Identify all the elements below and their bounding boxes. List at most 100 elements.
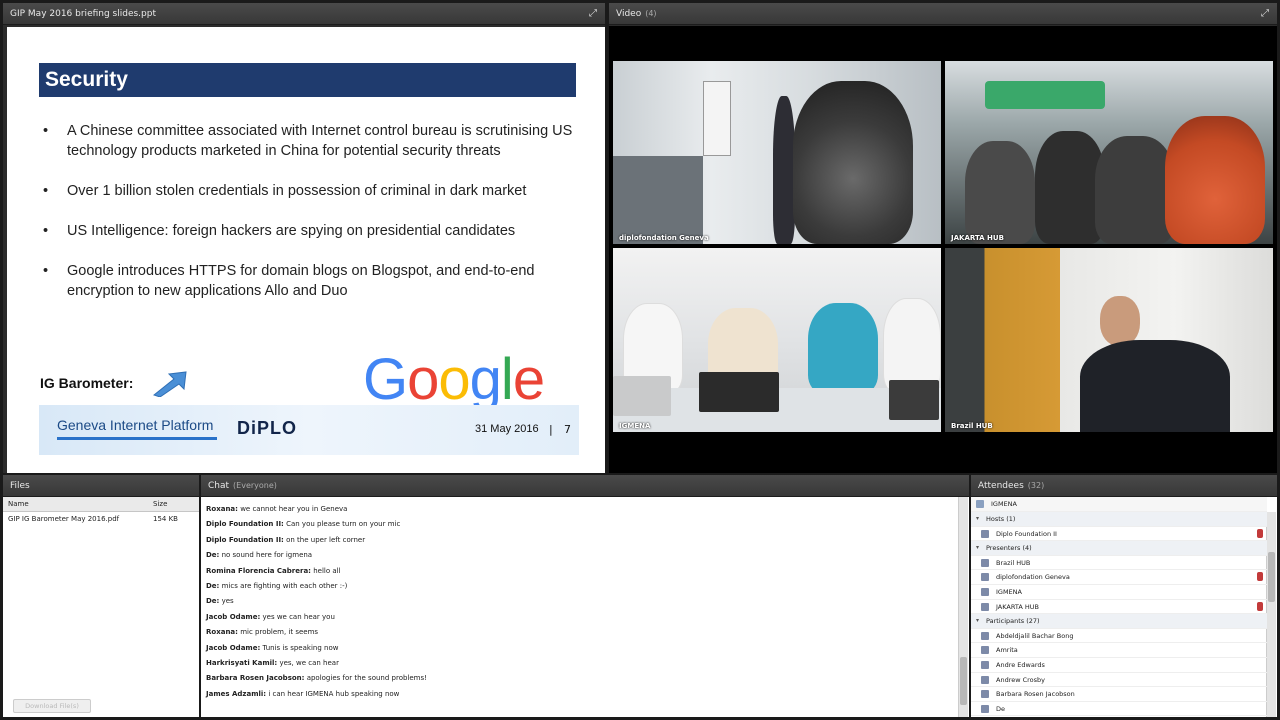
microphone-icon (1257, 601, 1263, 611)
chevron-down-icon[interactable]: ▾ (976, 515, 979, 522)
chat-message: Jacob Odame: yes we can hear you (206, 613, 335, 621)
attendee-icon (981, 661, 989, 669)
attendee-row[interactable]: Brazil HUB (971, 556, 1267, 571)
chat-message-author: Harkrisyati Kamil: (206, 659, 278, 667)
chat-message: Harkrisyati Kamil: yes, we can hear (206, 659, 339, 667)
attendee-row[interactable]: De (971, 702, 1267, 717)
chat-pod: Chat (Everyone) Roxana: we cannot hear yo… (201, 475, 969, 717)
attendee-icon (981, 573, 989, 582)
attendee-row[interactable]: Abdeldjalil Bachar Bong (971, 629, 1267, 644)
slide-date: 31 May 2016 (475, 423, 539, 435)
attendee-row[interactable]: Andre Edwards (971, 658, 1267, 673)
fullscreen-icon[interactable]: ⤢ (1259, 8, 1271, 20)
attendee-row[interactable]: Amrita (971, 643, 1267, 658)
attendees-scrollbar[interactable] (1266, 512, 1276, 717)
attendee-figure (808, 303, 878, 393)
files-pod-title: Files (10, 481, 30, 491)
fullscreen-icon[interactable]: ⤢ (587, 8, 599, 20)
attendee-row[interactable]: Andrew Crosby (971, 673, 1267, 688)
video-tile-jakarta[interactable]: JAKARTA HUB (945, 61, 1273, 244)
speaker-head (1100, 296, 1140, 346)
trend-up-arrow-icon (152, 371, 187, 397)
chat-scrollbar-thumb[interactable] (960, 657, 967, 705)
chat-message: James Adzamli: i can hear IGMENA hub spe… (206, 690, 399, 698)
chat-message-author: James Adzamli: (206, 689, 267, 698)
slide-bullet: A Chinese committee associated with Inte… (43, 121, 573, 161)
chat-message-text: Tunis is speaking now (262, 643, 339, 652)
file-row[interactable]: GIP IG Barometer May 2016.pdf 154 KB (3, 513, 199, 527)
chat-message-text: mics are fighting with each other :-) (221, 582, 348, 590)
chat-message-text: we cannot hear you in Geneva (240, 505, 348, 513)
attendees-list: IGMENA ▾ Hosts (1) Diplo Foundation II ▾ Pre… (971, 497, 1277, 717)
video-pod-title: Video (616, 9, 642, 19)
attendee-row[interactable]: diplofondation Geneva (971, 570, 1267, 585)
attendee-name: JAKARTA HUB (996, 602, 1039, 611)
video-tile-geneva[interactable]: diplofondation Geneva (613, 61, 941, 244)
download-files-button[interactable]: Download File(s) (13, 699, 91, 713)
attendee-figure (883, 298, 941, 393)
chat-message: De: yes (206, 597, 234, 605)
video-tile-brazil[interactable]: Brazil HUB (945, 248, 1273, 432)
video-tile-label: Brazil HUB (951, 422, 993, 430)
chevron-down-icon[interactable]: ▾ (976, 544, 979, 551)
chat-message-text: mic problem, it seems (240, 628, 319, 637)
attendee-row[interactable]: JAKARTA HUB (971, 600, 1267, 615)
attendee-group-header[interactable]: ▾ Presenters (4) (971, 541, 1267, 556)
chat-pod-title: Chat (208, 481, 230, 491)
attendee-figure (1095, 136, 1175, 244)
speaker-body (1080, 340, 1230, 432)
attendee-icon (981, 631, 989, 640)
files-col-size[interactable]: Size (153, 500, 167, 508)
attendees-scrollbar-thumb[interactable] (1268, 552, 1275, 602)
slide-footer: Geneva Internet Platform DiPLO 31 May 20… (39, 405, 579, 455)
attendee-icon (981, 588, 989, 596)
attendee-row[interactable]: IGMENA (971, 585, 1267, 600)
share-pod-titlebar: GIP May 2016 briefing slides.ppt ⤢ (3, 3, 605, 25)
chat-message-text: yes, we can hear (279, 659, 339, 667)
files-col-name[interactable]: Name (8, 500, 29, 508)
laptop (613, 376, 671, 416)
diplo-logo: DiPLO (237, 418, 298, 438)
files-header: Name Size (3, 497, 199, 512)
chairs (613, 156, 703, 244)
chat-scope: (Everyone) (233, 481, 277, 490)
video-tile-label: diplofondation Geneva (619, 234, 709, 242)
attendee-name: Presenters (4) (986, 544, 1032, 553)
laptop (699, 372, 779, 412)
ig-barometer-label: IG Barometer: (40, 375, 134, 391)
attendee-icon (981, 602, 989, 611)
flipchart (703, 81, 731, 156)
presenter-figure (773, 96, 795, 244)
chat-message-author: De: (206, 551, 220, 560)
chat-message-author: Roxana: (206, 628, 238, 637)
chat-scrollbar[interactable] (958, 497, 968, 717)
chat-message: Romina Florencia Cabrera: hello all (206, 567, 341, 575)
chat-pod-titlebar: Chat (Everyone) (201, 475, 969, 497)
slide-bullet: Google introduces HTTPS for domain blogs… (43, 261, 573, 301)
chat-message-text: yes we can hear you (262, 612, 335, 621)
attendee-group-header[interactable]: ▾ Participants (27) (971, 614, 1267, 629)
attendee-row[interactable]: Barbara Rosen Jacobson (971, 687, 1267, 702)
chat-message: De: no sound here for igmena (206, 551, 312, 559)
chat-message-author: De: (206, 582, 220, 590)
microphone-icon (1257, 528, 1263, 538)
chat-messages: Roxana: we cannot hear you in Geneva Dipl… (201, 497, 969, 717)
files-list: Name Size GIP IG Barometer May 2016.pdf … (3, 497, 199, 717)
slide-bullet: US Intelligence: foreign hackers are spy… (43, 221, 573, 241)
breakout-sign (985, 81, 1105, 109)
attendee-group-header[interactable]: ▾ Hosts (1) (971, 512, 1267, 527)
slide-bullets: A Chinese committee associated with Inte… (43, 121, 573, 321)
my-status-row[interactable]: IGMENA (971, 497, 1267, 512)
chat-message: Diplo Foundation II: on the uper left co… (206, 536, 365, 544)
share-pod: GIP May 2016 briefing slides.ppt ⤢ Secur… (3, 3, 605, 473)
video-tile-label: JAKARTA HUB (951, 234, 1004, 242)
chevron-down-icon[interactable]: ▾ (976, 617, 979, 624)
attendee-name: diplofondation Geneva (996, 573, 1070, 582)
laptop (889, 380, 939, 420)
video-tile-igmena[interactable]: IGMENA (613, 248, 941, 432)
attendee-row[interactable]: Diplo Foundation II (971, 527, 1267, 542)
gip-logo-underline (57, 437, 217, 440)
attendee-name: Andrew Crosby (996, 675, 1046, 684)
gip-logo: Geneva Internet Platform (57, 417, 214, 433)
attendee-name: IGMENA (996, 588, 1022, 596)
